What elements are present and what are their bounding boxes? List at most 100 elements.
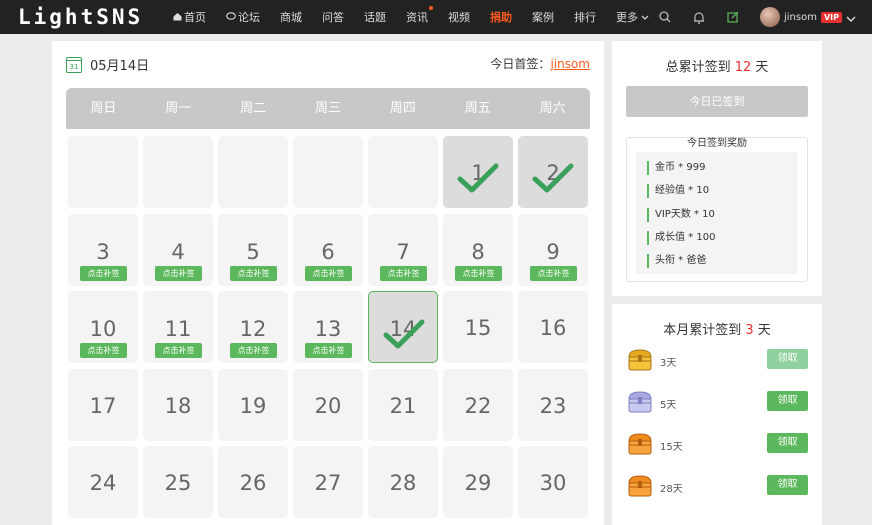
calendar-day-5[interactable]: 5 点击补签 [218, 213, 288, 286]
menu-label: 排行 [574, 11, 596, 24]
calendar-day-16: 16 [518, 291, 588, 363]
main-menu: 首页 论坛 商城 问答 话题 资讯 视频 捐助 案例 排行 更多 [173, 0, 669, 34]
day-number: 13 [314, 317, 342, 341]
day-number: 23 [539, 393, 567, 418]
weekday-label: 周六 [539, 101, 566, 116]
weekday-label: 周一 [165, 101, 192, 116]
calendar-day-12[interactable]: 12 点击补签 [218, 291, 288, 363]
day-number: 7 [396, 239, 410, 264]
makeup-sign-button[interactable]: 点击补签 [155, 343, 202, 358]
calendar-day-8[interactable]: 8 点击补签 [443, 213, 513, 286]
calendar-day-4[interactable]: 4 点击补签 [143, 213, 213, 286]
makeup-sign-button[interactable]: 点击补签 [530, 265, 577, 281]
menu-item-6[interactable]: 视频 [448, 9, 470, 25]
weekday-label: 周三 [315, 101, 342, 116]
day-number: 27 [314, 471, 342, 495]
day-number: 6 [321, 239, 335, 264]
claim-button[interactable]: 领取 [767, 349, 808, 369]
reward-item: 经验值 * 10 [647, 184, 709, 199]
calendar-day-6[interactable]: 6 点击补签 [293, 213, 363, 286]
makeup-sign-button[interactable]: 点击补签 [455, 265, 502, 281]
makeup-sign-button[interactable]: 点击补签 [155, 265, 202, 281]
day-number: 26 [239, 471, 267, 495]
menu-item-8[interactable]: 案例 [532, 9, 554, 25]
home-icon [173, 13, 182, 21]
edit-icon[interactable] [726, 10, 740, 24]
day-number: 24 [89, 471, 117, 495]
signed-today-button[interactable]: 今日已签到 [626, 86, 808, 117]
search-icon[interactable] [658, 10, 672, 24]
menu-item-5[interactable]: 资讯 [406, 6, 433, 25]
makeup-sign-button[interactable]: 点击补签 [80, 265, 127, 281]
menu-item-1[interactable]: 论坛 [226, 9, 260, 25]
makeup-sign-button[interactable]: 点击补签 [80, 343, 127, 358]
menu-label: 资讯 [406, 11, 428, 24]
menu-label: 首页 [184, 11, 206, 24]
first-sign-user-link[interactable]: jinsom [550, 57, 590, 71]
calendar-day-1: 1 [443, 136, 513, 208]
weekday-label: 周五 [464, 101, 491, 116]
menu-item-10[interactable]: 更多 [616, 9, 649, 25]
day-number: 3 [96, 239, 110, 264]
reward-item: 成长值 * 100 [647, 230, 715, 245]
check-icon [457, 162, 499, 200]
day-number: 30 [539, 471, 567, 495]
month-reward-row: 15天 领取 [626, 431, 808, 459]
menu-item-2[interactable]: 商城 [280, 9, 302, 25]
calendar-day-23: 23 [518, 368, 588, 441]
calendar-day-22: 22 [443, 368, 513, 441]
calendar-day-10[interactable]: 10 点击补签 [68, 291, 138, 363]
month-reward-row: 28天 领取 [626, 473, 808, 501]
menu-label: 案例 [532, 11, 554, 24]
makeup-sign-button[interactable]: 点击补签 [230, 265, 277, 281]
makeup-sign-button[interactable]: 点击补签 [305, 265, 352, 281]
calendar-day-11[interactable]: 11 点击补签 [143, 291, 213, 363]
day-number: 25 [164, 471, 192, 495]
avatar[interactable] [760, 7, 780, 27]
today-reward-box: 今日签到奖励 金币 * 999 经验值 * 10 VIP天数 * 10 成长值 * 1… [626, 137, 808, 282]
makeup-sign-button[interactable]: 点击补签 [230, 343, 277, 358]
day-number: 29 [464, 471, 492, 495]
claim-button[interactable]: 领取 [767, 475, 808, 495]
day-number: 16 [539, 316, 567, 340]
chevron-down-icon[interactable] [846, 8, 856, 27]
menu-item-7[interactable]: 捐助 [490, 9, 512, 25]
month-count: 3 [745, 323, 754, 338]
menu-item-0[interactable]: 首页 [173, 9, 206, 25]
menu-item-9[interactable]: 排行 [574, 9, 596, 25]
month-reward-row: 5天 领取 [626, 389, 808, 417]
day-number: 20 [314, 393, 342, 418]
calendar-day-27: 27 [293, 446, 363, 518]
day-number: 28 [389, 471, 417, 495]
calendar-day-3[interactable]: 3 点击补签 [68, 213, 138, 286]
month-days-label: 3天 [660, 358, 677, 369]
bell-icon[interactable] [692, 10, 706, 24]
site-logo[interactable]: LightSNS [18, 5, 143, 29]
calendar-day-25: 25 [143, 446, 213, 518]
makeup-sign-button[interactable]: 点击补签 [380, 265, 427, 281]
claim-button[interactable]: 领取 [767, 433, 808, 453]
calendar-day-29: 29 [443, 446, 513, 518]
month-prefix: 本月累计签到 [663, 323, 746, 338]
menu-item-3[interactable]: 问答 [322, 9, 344, 25]
menu-label: 捐助 [490, 11, 512, 24]
month-days-label: 15天 [660, 442, 683, 453]
menu-item-4[interactable]: 话题 [364, 9, 386, 25]
calendar-day-28: 28 [368, 446, 438, 518]
calendar-day-7[interactable]: 7 点击补签 [368, 213, 438, 286]
total-suffix: 天 [751, 60, 769, 75]
reward-title: 今日签到奖励 [627, 131, 807, 150]
calendar-icon: 31 [66, 56, 82, 73]
check-icon [532, 162, 574, 200]
makeup-sign-button[interactable]: 点击补签 [305, 343, 352, 358]
claim-button[interactable]: 领取 [767, 391, 808, 411]
day-number: 11 [164, 317, 192, 341]
weekday-label: 周日 [90, 101, 117, 116]
calendar-day-18: 18 [143, 368, 213, 441]
chat-icon [226, 12, 236, 20]
calendar-day-13[interactable]: 13 点击补签 [293, 291, 363, 363]
calendar-day-9[interactable]: 9 点击补签 [518, 213, 588, 286]
calendar-day-2: 2 [518, 136, 588, 208]
reward-item: 头衔 * 爸爸 [647, 254, 706, 269]
username[interactable]: jinsom [784, 12, 817, 23]
